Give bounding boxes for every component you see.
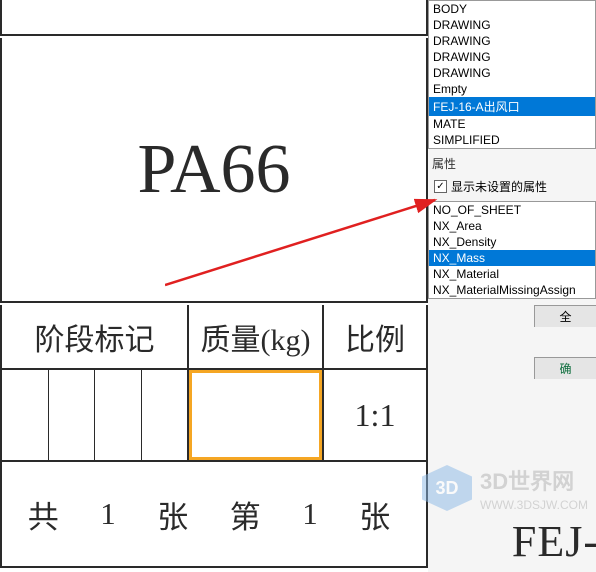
list-item[interactable]: NO_OF_SHEET: [429, 202, 595, 218]
property-list[interactable]: NO_OF_SHEETNX_AreaNX_DensityNX_MassNX_Ma…: [428, 201, 596, 299]
reference-list[interactable]: BODYDRAWINGDRAWINGDRAWINGDRAWINGEmptyFEJ…: [428, 0, 596, 149]
phase-subcells: [2, 370, 189, 462]
all-button[interactable]: 全: [534, 305, 596, 327]
checkbox-icon[interactable]: ✓: [434, 180, 447, 193]
list-item[interactable]: NX_Density: [429, 234, 595, 250]
list-item[interactable]: FEJ-16-A出风口: [429, 97, 595, 116]
current-label: 第: [230, 492, 271, 537]
header-mass: 质量(kg): [189, 305, 324, 370]
checkbox-label: 显示未设置的属性: [451, 178, 547, 195]
unit2: 张: [359, 492, 400, 537]
properties-panel: BODYDRAWINGDRAWINGDRAWINGDRAWINGEmptyFEJ…: [428, 0, 596, 572]
header-phase: 阶段标记: [2, 305, 189, 370]
table-data-row: 1:1: [0, 370, 428, 462]
total-num: 1: [100, 496, 126, 532]
top-border: [0, 0, 428, 36]
list-item[interactable]: NX_Area: [429, 218, 595, 234]
list-item[interactable]: DRAWING: [429, 65, 595, 81]
main-material-box: PA66: [0, 38, 428, 303]
material-text: PA66: [137, 130, 290, 210]
show-unset-checkbox-row[interactable]: ✓ 显示未设置的属性: [428, 176, 596, 201]
list-item[interactable]: Empty: [429, 81, 595, 97]
ok-button[interactable]: 确: [534, 357, 596, 379]
table-header-row: 阶段标记 质量(kg) 比例: [0, 305, 428, 370]
ratio-cell: 1:1: [324, 370, 428, 462]
corner-label: FEJ-: [512, 516, 596, 567]
list-item[interactable]: NX_Material: [429, 266, 595, 282]
list-item[interactable]: DRAWING: [429, 49, 595, 65]
header-ratio: 比例: [324, 305, 428, 370]
list-item[interactable]: NX_MaterialMissingAssign: [429, 282, 595, 298]
list-item[interactable]: DRAWING: [429, 17, 595, 33]
total-label: 共: [28, 492, 69, 537]
list-item[interactable]: SIMPLIFIED: [429, 132, 595, 148]
list-item[interactable]: BODY: [429, 1, 595, 17]
unit1: 张: [157, 492, 198, 537]
drawing-area: PA66 阶段标记 质量(kg) 比例 1:1 共 1 张 第 1 张: [0, 0, 428, 572]
mass-cell[interactable]: [189, 370, 324, 462]
current-num: 1: [302, 496, 328, 532]
section-header: 属性: [428, 149, 596, 176]
list-item[interactable]: NX_Mass: [429, 250, 595, 266]
sheet-info-row: 共 1 张 第 1 张: [0, 462, 428, 568]
list-item[interactable]: DRAWING: [429, 33, 595, 49]
list-item[interactable]: MATE: [429, 116, 595, 132]
